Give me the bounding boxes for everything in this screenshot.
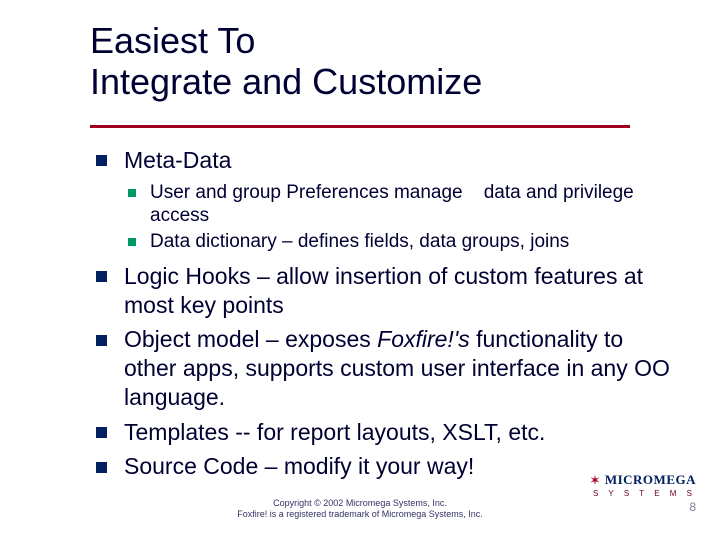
bullet-text: Templates -- for report layouts, XSLT, e… xyxy=(124,419,545,445)
logo-top-text: MICROMEGA xyxy=(605,472,696,487)
copyright-text: Copyright © 2002 Micromega Systems, Inc. xyxy=(0,498,720,509)
sub-bullet-list: User and group Preferences manage data a… xyxy=(124,181,680,254)
micromega-logo: ✶MICROMEGA S Y S T E M S xyxy=(589,472,696,498)
slide: Easiest To Integrate and Customize Meta-… xyxy=(0,0,720,540)
bullet-object-model: Object model – exposes Foxfire!'s functi… xyxy=(90,325,680,411)
sub-bullet-preferences: User and group Preferences manage data a… xyxy=(124,181,680,229)
bullet-templates: Templates -- for report layouts, XSLT, e… xyxy=(90,418,680,447)
sub-bullet-text: Data dictionary – defines fields, data g… xyxy=(150,231,569,252)
bullet-list: Meta-Data User and group Preferences man… xyxy=(90,146,680,481)
sub-bullet-text: User and group Preferences manage data a… xyxy=(150,182,634,227)
logo-row: ✶MICROMEGA xyxy=(589,472,696,488)
bullet-meta-data: Meta-Data User and group Preferences man… xyxy=(90,146,680,254)
bullet-text: Logic Hooks – allow insertion of custom … xyxy=(124,263,643,318)
title-line-2: Integrate and Customize xyxy=(90,61,482,102)
bullet-text: Meta-Data xyxy=(124,147,231,173)
bullet-text: Source Code – modify it your way! xyxy=(124,453,474,479)
bullet-logic-hooks: Logic Hooks – allow insertion of custom … xyxy=(90,262,680,320)
title-line-1: Easiest To xyxy=(90,20,255,61)
slide-title: Easiest To Integrate and Customize xyxy=(90,20,680,103)
bullet-text-pre: Object model – exposes xyxy=(124,326,377,352)
product-name: Foxfire!'s xyxy=(377,326,470,352)
logo-bottom-text: S Y S T E M S xyxy=(589,490,696,498)
sub-bullet-dictionary: Data dictionary – defines fields, data g… xyxy=(124,230,680,254)
trademark-text: Foxfire! is a registered trademark of Mi… xyxy=(0,509,720,520)
title-underline xyxy=(90,125,630,128)
slide-footer: Copyright © 2002 Micromega Systems, Inc.… xyxy=(0,498,720,520)
